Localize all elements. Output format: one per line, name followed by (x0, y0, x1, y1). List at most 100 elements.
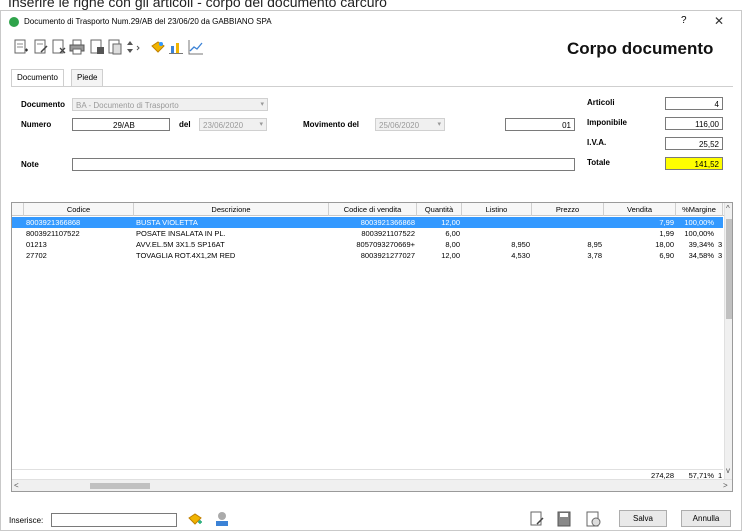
cell-prezzo: 8,95 (587, 240, 602, 249)
header-listino[interactable]: Listino (462, 203, 532, 216)
inserisce-input[interactable] (51, 513, 177, 527)
del-date-field[interactable]: 23/06/2020 ▾ (199, 118, 267, 131)
cell-codice-vendita: 8003921277027 (360, 251, 415, 260)
horizontal-scroll-thumb[interactable] (90, 483, 150, 489)
documento-field[interactable]: BA - Documento di Trasporto ▾ (72, 98, 268, 111)
header-vendita[interactable]: Vendita (604, 203, 676, 216)
chart-icon[interactable] (168, 38, 184, 56)
inserisce-label: Inserisce: (9, 516, 44, 525)
vertical-scrollbar[interactable]: ^ v (724, 203, 732, 479)
copy-doc-icon[interactable] (107, 38, 123, 56)
cell-vendita: 7,99 (659, 218, 674, 227)
help-button[interactable]: ? (681, 15, 687, 26)
imponibile-field: 116,00 (665, 117, 723, 130)
numero-extra-field[interactable]: 01 (505, 118, 575, 131)
tab-documento[interactable]: Documento (11, 69, 64, 87)
tab-piede[interactable]: Piede (71, 69, 104, 86)
close-button[interactable]: ✕ (714, 14, 724, 28)
totale-field: 141,52 (665, 157, 723, 170)
save-icon[interactable] (556, 511, 572, 527)
save-doc-icon[interactable] (89, 38, 105, 56)
calendar-chevron-icon: ▾ (437, 121, 441, 128)
horizontal-scrollbar[interactable]: < > (12, 479, 732, 491)
table-row[interactable]: 01213 AVV.EL.5M 3X1.5 SP16AT 80570932706… (12, 239, 723, 250)
cell-codice: 8003921107522 (26, 229, 80, 238)
cell-descrizione: BUSTA VIOLETTA (136, 218, 198, 227)
cell-vendita: 6,90 (659, 251, 674, 260)
calendar-chevron-icon: ▾ (259, 121, 263, 128)
page-title: Corpo documento (567, 39, 714, 58)
header-codice-vendita[interactable]: Codice di vendita (329, 203, 417, 216)
scroll-left-icon[interactable]: < (14, 481, 19, 490)
star-icon[interactable] (150, 38, 166, 56)
articoli-label: Articoli (587, 98, 615, 107)
documento-value: BA - Documento di Trasporto (76, 101, 179, 110)
header-descrizione[interactable]: Descrizione (134, 203, 329, 216)
window-title: Documento di Trasporto Num.29/AB del 23/… (24, 17, 272, 26)
cell-listino (462, 228, 532, 239)
header-indicator (12, 203, 24, 216)
cell-codice: 01213 (26, 240, 47, 249)
line-chart-icon[interactable] (188, 38, 204, 56)
scroll-up-icon[interactable]: ^ (726, 204, 730, 213)
movimento-date-field[interactable]: 25/06/2020 ▾ (375, 118, 445, 131)
caption-strip: Inserire le righe con gli articoli - cor… (0, 0, 742, 10)
vertical-scroll-thumb[interactable] (726, 219, 732, 319)
movimento-date-value: 25/06/2020 (379, 121, 420, 130)
cell-margine: 100,00% (684, 218, 714, 227)
save-button[interactable]: Salva (619, 510, 667, 527)
table-row[interactable]: 27702 TOVAGLIA ROT.4X1,2M RED 8003921277… (12, 250, 723, 261)
caption-text: Inserire le righe con gli articoli - cor… (8, 0, 387, 10)
cell-margine: 100,00% (684, 229, 714, 238)
scroll-down-icon[interactable]: v (726, 466, 730, 475)
header-codice[interactable]: Codice (24, 203, 134, 216)
spellcheck-icon[interactable] (214, 511, 230, 527)
scroll-right-icon[interactable]: > (723, 481, 728, 490)
cell-quantita: 8,00 (445, 240, 460, 249)
cell-prezzo (532, 228, 604, 239)
star-add-icon[interactable] (187, 511, 203, 527)
document-lines-grid: Codice Descrizione Codice di vendita Qua… (11, 202, 733, 492)
add-row-icon[interactable] (13, 38, 29, 56)
cell-margine: 34,58% (688, 251, 714, 260)
iva-field: 25,52 (665, 137, 723, 150)
edit-row-icon[interactable] (529, 511, 545, 527)
sort-icon[interactable] (125, 38, 141, 56)
note-field[interactable] (72, 158, 575, 171)
header-quantita[interactable]: Quantità (417, 203, 462, 216)
title-bar: Documento di Trasporto Num.29/AB del 23/… (1, 11, 741, 33)
imponibile-label: Imponibile (587, 118, 627, 127)
grid-header: Codice Descrizione Codice di vendita Qua… (12, 203, 732, 216)
movimento-label: Movimento del (303, 120, 360, 129)
cell-codice-vendita: 8003921107522 (361, 229, 415, 238)
cell-prezzo (532, 217, 604, 228)
cancel-button[interactable]: Annulla (681, 510, 731, 527)
cell-extra: 3 (718, 251, 723, 260)
documento-label: Documento (21, 100, 65, 109)
app-logo-icon (9, 17, 19, 27)
tab-divider (11, 86, 733, 87)
del-date-value: 23/06/2020 (203, 121, 244, 130)
cell-vendita: 18,00 (655, 240, 674, 249)
articoli-field: 4 (665, 97, 723, 110)
cell-descrizione: POSATE INSALATA IN PL. (136, 229, 226, 238)
print-icon[interactable] (69, 38, 85, 56)
cell-codice-vendita: 8057093270669+ (356, 240, 415, 249)
edit-doc-icon[interactable] (33, 38, 49, 56)
cell-codice: 27702 (26, 251, 47, 260)
note-label: Note (21, 160, 39, 169)
cell-codice: 8003921366868 (26, 218, 81, 227)
numero-field[interactable]: 29/AB (72, 118, 170, 131)
delete-doc-icon[interactable] (51, 38, 67, 56)
cell-quantita: 12,00 (441, 251, 460, 260)
chevron-down-icon: ▾ (260, 101, 264, 108)
header-prezzo[interactable]: Prezzo (532, 203, 604, 216)
document-window: Documento di Trasporto Num.29/AB del 23/… (0, 10, 742, 531)
document-refresh-icon[interactable] (585, 511, 601, 527)
header-margine[interactable]: %Margine (676, 203, 723, 216)
table-row[interactable]: 8003921107522 POSATE INSALATA IN PL. 800… (12, 228, 723, 239)
iva-label: I.V.A. (587, 138, 607, 147)
del-label: del (179, 120, 191, 129)
cell-quantita: 6,00 (445, 229, 460, 238)
table-row[interactable]: ▶ 8003921366868 BUSTA VIOLETTA 800392136… (12, 217, 723, 228)
